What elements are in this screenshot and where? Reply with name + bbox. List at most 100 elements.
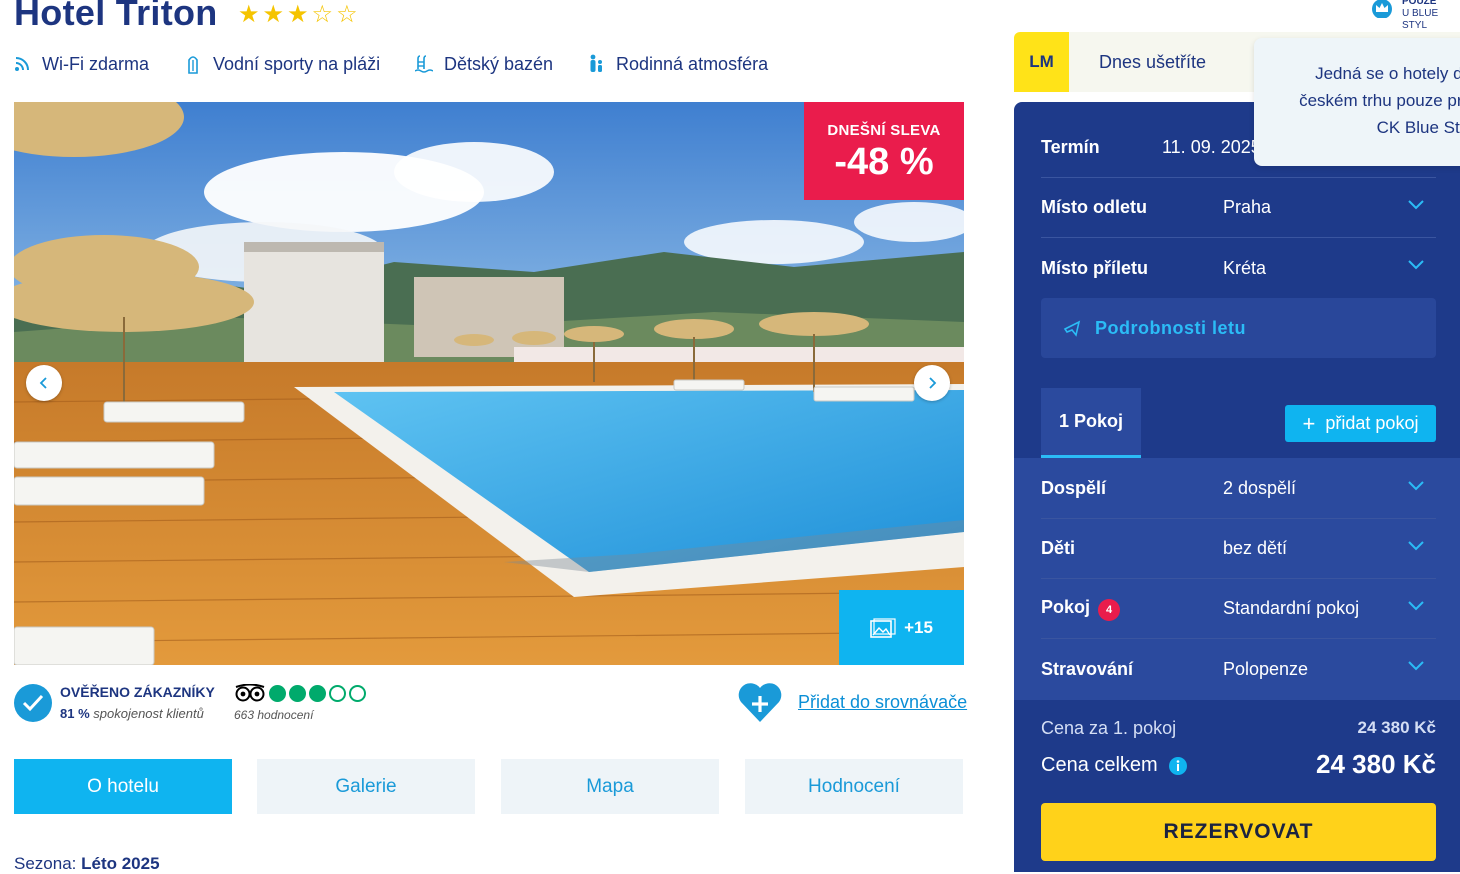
- price-total-label: Cena celkem: [1041, 754, 1158, 776]
- tooltip-line: Jedná se o hotely do: [1315, 64, 1460, 83]
- add-room-label: přidat pokoj: [1325, 413, 1419, 433]
- arrival-label: Místo příletu: [1041, 257, 1148, 278]
- discount-label: DNEŠNÍ SLEVA: [827, 122, 941, 139]
- chevron-down-icon: [1408, 601, 1424, 611]
- reserve-button[interactable]: REZERVOVAT: [1041, 803, 1436, 861]
- tab-reviews[interactable]: Hodnocení: [745, 759, 963, 814]
- children-value: bez dětí: [1223, 538, 1288, 558]
- crown-icon: [1368, 0, 1396, 22]
- feature-family: Rodinná atmosféra: [586, 52, 768, 76]
- add-to-compare-link[interactable]: Přidat do srovnávače: [798, 692, 967, 713]
- rating-bubble-empty: [329, 684, 346, 702]
- savings-text: Dnes ušetříte: [1099, 51, 1207, 72]
- heart-plus-icon[interactable]: [736, 680, 784, 729]
- more-photos-count: +15: [904, 617, 933, 637]
- board-row[interactable]: Stravování Polopenze: [1041, 639, 1436, 699]
- gallery-next-button[interactable]: [914, 365, 950, 401]
- verified-check-icon: [14, 684, 52, 722]
- room-tab-1[interactable]: 1 Pokoj: [1041, 388, 1141, 458]
- satisfaction-label: spokojenost klientů: [93, 706, 204, 721]
- last-minute-badge: LM: [1014, 32, 1069, 92]
- price-total: Cena celkem: [1041, 754, 1188, 777]
- price-room-value: 24 380 Kč: [1357, 718, 1436, 737]
- chevron-left-icon: [39, 377, 47, 389]
- more-photos-button[interactable]: +15: [839, 590, 964, 665]
- rating-bubble-empty: [349, 684, 366, 702]
- discount-value: -48 %: [834, 141, 934, 183]
- room-type-value: Standardní pokoj: [1223, 598, 1360, 618]
- chevron-down-icon: [1408, 260, 1424, 270]
- flight-details-label: Podrobnosti letu: [1095, 317, 1246, 338]
- board-value: Polopenze: [1223, 658, 1309, 679]
- image-gallery-icon: [870, 617, 896, 638]
- feature-water-sports: Vodní sporty na pláži: [183, 52, 380, 76]
- tab-map[interactable]: Mapa: [501, 759, 719, 814]
- hotel-title: Hotel Triton: [14, 0, 218, 33]
- discount-badge: DNEŠNÍ SLEVA -48 %: [804, 102, 964, 200]
- season-label: Sezona:: [14, 854, 77, 873]
- tab-gallery[interactable]: Galerie: [257, 759, 475, 814]
- info-icon[interactable]: [1168, 756, 1188, 776]
- hotel-photo-carousel[interactable]: DNEŠNÍ SLEVA -48 % +15: [14, 102, 964, 665]
- room-type-label-wrap: Pokoj 4: [1041, 597, 1223, 621]
- add-room-button[interactable]: + přidat pokoj: [1285, 405, 1436, 442]
- exclusive-label: POUZE U BLUE STYL: [1402, 0, 1460, 32]
- verified-title: OVĚŘENO ZÁKAZNÍKY: [60, 684, 215, 700]
- tooltip-text: Jedná se o hotely do českém trhu pouze p…: [1262, 60, 1460, 141]
- departure-label: Místo odletu: [1041, 197, 1147, 217]
- room-count-badge: 4: [1098, 598, 1121, 621]
- term-label: Termín: [1041, 137, 1100, 157]
- feature-label: Vodní sporty na pláži: [213, 53, 381, 74]
- room-type-row[interactable]: Pokoj 4 Standardní pokoj: [1041, 579, 1436, 639]
- rating-bubble-filled: [289, 684, 306, 702]
- feature-wifi: Wi-Fi zdarma: [12, 52, 149, 76]
- room-type-label: Pokoj: [1041, 596, 1091, 617]
- exclusive-line2: U BLUE STYL: [1402, 8, 1439, 31]
- satisfaction-text: 81 % spokojenost klientů: [60, 706, 204, 721]
- feature-label: Rodinná atmosféra: [616, 53, 769, 74]
- rating-bubble-filled: [309, 684, 326, 702]
- arrival-row[interactable]: Místo příletu Kréta: [1041, 238, 1436, 298]
- price-room-label: Cena za 1. pokoj: [1041, 718, 1177, 738]
- chevron-down-icon: [1408, 661, 1424, 671]
- airplane-icon: [1063, 320, 1081, 337]
- plus-icon: +: [1302, 410, 1316, 436]
- tab-about-hotel[interactable]: O hotelu: [14, 759, 232, 814]
- departure-row[interactable]: Místo odletu Praha: [1041, 178, 1436, 238]
- board-label: Stravování: [1041, 658, 1134, 679]
- feature-label: Dětský bazén: [444, 53, 554, 74]
- surfboard-icon: [183, 54, 203, 74]
- arrival-value: Kréta: [1223, 257, 1267, 278]
- feature-label: Wi-Fi zdarma: [42, 53, 149, 74]
- wifi-icon: [12, 54, 32, 74]
- satisfaction-percent: 81 %: [60, 706, 90, 721]
- price-total-value: 24 380 Kč: [1316, 749, 1436, 779]
- review-count: 663 hodnocení: [234, 708, 314, 722]
- chevron-down-icon: [1408, 200, 1424, 210]
- season-value: Léto 2025: [81, 854, 160, 873]
- star-rating: ★★★☆☆: [238, 1, 361, 28]
- term-value: 11. 09. 2025: [1162, 137, 1261, 157]
- departure-value: Praha: [1223, 197, 1272, 217]
- children-label: Děti: [1041, 538, 1076, 558]
- adults-row[interactable]: Dospělí 2 dospělí: [1041, 459, 1436, 519]
- feature-kids-pool: Dětský bazén: [414, 52, 553, 76]
- season-info: Sezona: Léto 2025: [14, 854, 160, 874]
- tripadvisor-rating: [234, 684, 366, 702]
- gallery-prev-button[interactable]: [26, 365, 62, 401]
- adults-value: 2 dospělí: [1223, 478, 1297, 498]
- tripadvisor-owl-icon: [235, 684, 265, 702]
- chevron-down-icon: [1408, 481, 1424, 491]
- exclusive-line1: POUZE: [1402, 0, 1437, 7]
- chevron-down-icon: [1408, 541, 1424, 551]
- family-icon: [586, 54, 606, 74]
- tooltip-line: CK Blue Styl: [1376, 118, 1460, 137]
- children-row[interactable]: Děti bez dětí: [1041, 519, 1436, 579]
- rating-bubble-filled: [269, 684, 286, 702]
- exclusive-tooltip: Jedná se o hotely do českém trhu pouze p…: [1254, 38, 1460, 166]
- pool-ladder-icon: [414, 54, 434, 74]
- chevron-right-icon: [929, 377, 937, 389]
- flight-details-button[interactable]: Podrobnosti letu: [1041, 298, 1436, 358]
- tooltip-line: českém trhu pouze pro: [1299, 91, 1460, 110]
- adults-label: Dospělí: [1041, 478, 1107, 498]
